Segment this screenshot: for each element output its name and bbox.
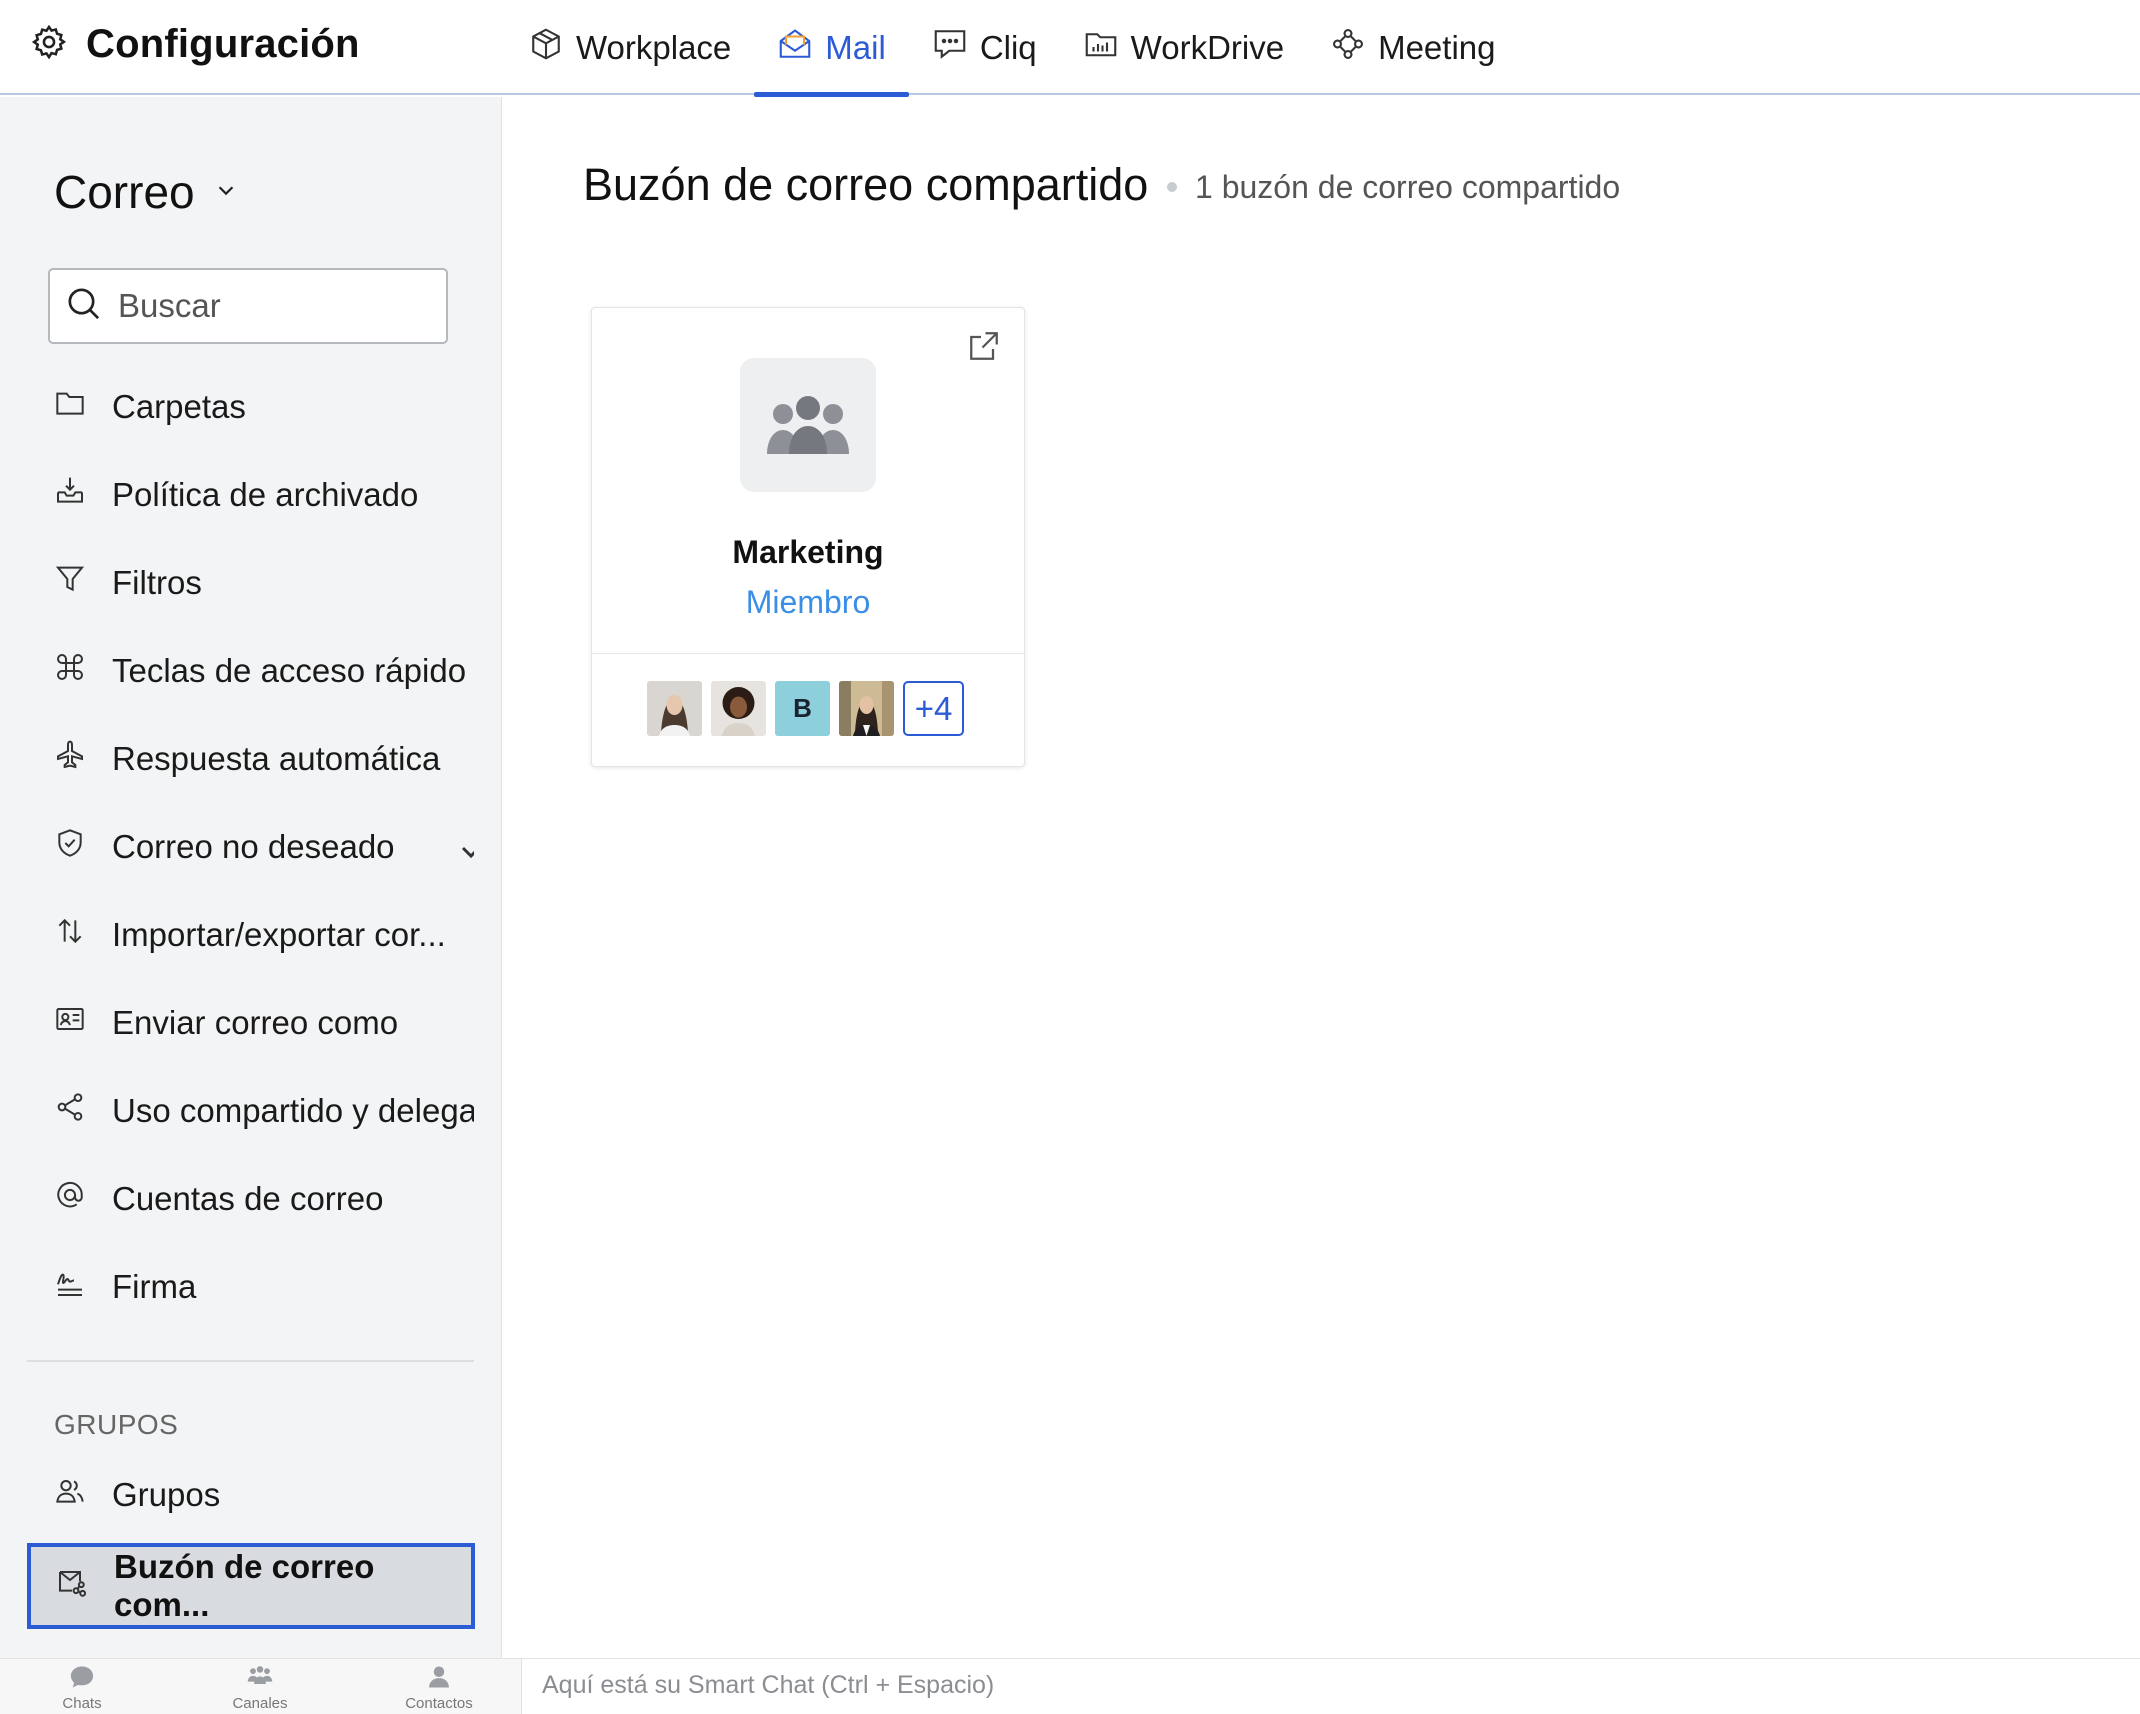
mailbox-card[interactable]: Marketing Miembro B +4 — [591, 307, 1025, 767]
meeting-icon — [1330, 26, 1366, 70]
sidebar-item-label: Carpetas — [112, 388, 246, 425]
sidebar-item-label: Uso compartido y delegac — [112, 1092, 474, 1129]
signature-icon — [54, 1267, 86, 1307]
bottom-nav: Chats Canales Contactos — [0, 1659, 522, 1714]
tab-mail[interactable]: Mail — [754, 0, 909, 97]
sidebar-item-compartido[interactable]: Uso compartido y delegac — [54, 1081, 474, 1141]
bottom-bar: Chats Canales Contactos Aquí está su Sma… — [0, 1658, 2140, 1714]
gear-icon — [30, 23, 68, 66]
mailbox-name: Marketing — [732, 534, 884, 570]
sidebar-module-selector[interactable]: Correo — [54, 165, 237, 219]
sidebar-item-firma[interactable]: Firma — [54, 1257, 474, 1317]
share-icon — [54, 1091, 86, 1131]
avatar-initial[interactable]: B — [775, 681, 830, 736]
bottom-nav-contactos[interactable]: Contactos — [379, 1663, 499, 1712]
tab-meeting[interactable]: Meeting — [1307, 0, 1518, 95]
sidebar-item-carpetas[interactable]: Carpetas — [54, 377, 474, 437]
sidebar-item-label: Teclas de acceso rápido — [112, 652, 467, 689]
bottom-nav-label: Chats — [62, 1695, 102, 1712]
page-brand-title: Configuración — [86, 22, 360, 66]
sidebar-item-shared-mailbox[interactable]: Buzón de correo com... — [27, 1543, 475, 1629]
more-members-button[interactable]: +4 — [903, 681, 964, 736]
search-input[interactable] — [118, 287, 418, 325]
archive-tray-icon — [54, 475, 86, 515]
sidebar-item-grupos[interactable]: Grupos — [54, 1465, 474, 1525]
external-link-icon[interactable] — [966, 328, 1002, 364]
avatar-photo-woman-1[interactable] — [647, 681, 702, 736]
main-content: Buzón de correo compartido 1 buzón de co… — [503, 97, 2140, 1658]
sidebar-item-cuentas[interactable]: Cuentas de correo — [54, 1169, 474, 1229]
smart-chat-input[interactable]: Aquí está su Smart Chat (Ctrl + Espacio) — [542, 1671, 994, 1700]
chevron-down-icon — [215, 179, 237, 206]
bottom-nav-label: Contactos — [405, 1695, 473, 1712]
sidebar-item-label: Correo no deseado — [112, 828, 395, 865]
sidebar-item-label: Enviar correo como — [112, 1004, 399, 1041]
bottom-nav-label: Canales — [232, 1695, 288, 1712]
sidebar-item-label: Buzón de correo com... — [114, 1548, 375, 1623]
users-icon — [54, 1475, 86, 1515]
sidebar-item-no-deseado[interactable]: Correo no deseado — [54, 817, 474, 877]
box-icon — [528, 26, 564, 70]
title-separator-dot — [1167, 182, 1177, 192]
id-card-icon — [54, 1003, 86, 1043]
filter-icon — [54, 563, 86, 603]
shield-check-icon — [54, 827, 86, 867]
command-key-icon — [54, 651, 86, 691]
tab-cliq[interactable]: Cliq — [909, 0, 1060, 95]
sidebar-divider — [27, 1360, 474, 1362]
tab-label: Meeting — [1378, 28, 1496, 66]
chat-bubble-icon — [932, 26, 968, 70]
settings-brand: Configuración — [30, 22, 360, 67]
sidebar-item-filtros[interactable]: Filtros — [54, 553, 474, 613]
tab-label: WorkDrive — [1130, 28, 1285, 66]
shared-mailbox-icon — [56, 1566, 88, 1606]
tab-workdrive[interactable]: WorkDrive — [1060, 0, 1307, 95]
chat-icon — [68, 1663, 96, 1695]
contact-icon — [425, 1663, 453, 1695]
group-avatar — [740, 358, 876, 492]
sidebar-item-archivado[interactable]: Política de archivado — [54, 465, 474, 525]
sidebar-item-label: Cuentas de correo — [112, 1180, 384, 1217]
member-avatars: B +4 — [647, 681, 964, 736]
tab-label: Mail — [825, 28, 886, 66]
bottom-nav-chats[interactable]: Chats — [22, 1663, 142, 1712]
folder-icon — [54, 387, 86, 427]
sidebar-item-enviar-como[interactable]: Enviar correo como — [54, 993, 474, 1053]
card-divider — [592, 653, 1024, 654]
sidebar-item-teclas[interactable]: Teclas de acceso rápido — [54, 641, 474, 701]
mailbox-role: Miembro — [745, 584, 871, 620]
section-label-groups: GRUPOS — [54, 1409, 179, 1440]
tab-label: Workplace — [576, 28, 732, 66]
avatar-photo-woman-2[interactable] — [711, 681, 766, 736]
sidebar-item-importar[interactable]: Importar/exportar cor... — [54, 905, 474, 965]
sidebar-item-label: Política de archivado — [112, 476, 419, 513]
drive-folder-icon — [1083, 26, 1119, 70]
settings-sidebar: Correo Carpetas Política de archivado Fi… — [0, 97, 502, 1658]
search-icon — [64, 284, 104, 329]
sidebar-item-label: Importar/exportar cor... — [112, 916, 446, 953]
sidebar-item-label: Grupos — [112, 1476, 221, 1513]
at-sign-icon — [54, 1179, 86, 1219]
channels-icon — [246, 1663, 274, 1695]
chevron-down-icon[interactable] — [455, 836, 474, 859]
sidebar-item-label: Respuesta automática — [112, 740, 441, 777]
avatar-photo-woman-3[interactable] — [839, 681, 894, 736]
tab-workplace[interactable]: Workplace — [505, 0, 754, 95]
group-people-icon — [758, 388, 858, 463]
tab-label: Cliq — [979, 28, 1037, 66]
airplane-icon — [54, 739, 86, 779]
page-title: Buzón de correo compartido — [583, 159, 1149, 210]
sidebar-title: Correo — [54, 166, 195, 218]
bottom-nav-canales[interactable]: Canales — [200, 1663, 320, 1712]
sidebar-item-label: Firma — [112, 1268, 197, 1305]
sidebar-search[interactable] — [48, 268, 448, 344]
mail-open-icon — [777, 26, 813, 70]
mailbox-count: 1 buzón de correo compartido — [1195, 169, 1621, 205]
sidebar-item-label: Filtros — [112, 564, 202, 601]
top-bar: Configuración Workplace Mail Cliq WorkDr… — [0, 0, 2140, 97]
arrows-updown-icon — [54, 915, 86, 955]
app-tabs: Workplace Mail Cliq WorkDrive Meeting — [505, 0, 1518, 97]
sidebar-item-respuesta[interactable]: Respuesta automática — [54, 729, 474, 789]
